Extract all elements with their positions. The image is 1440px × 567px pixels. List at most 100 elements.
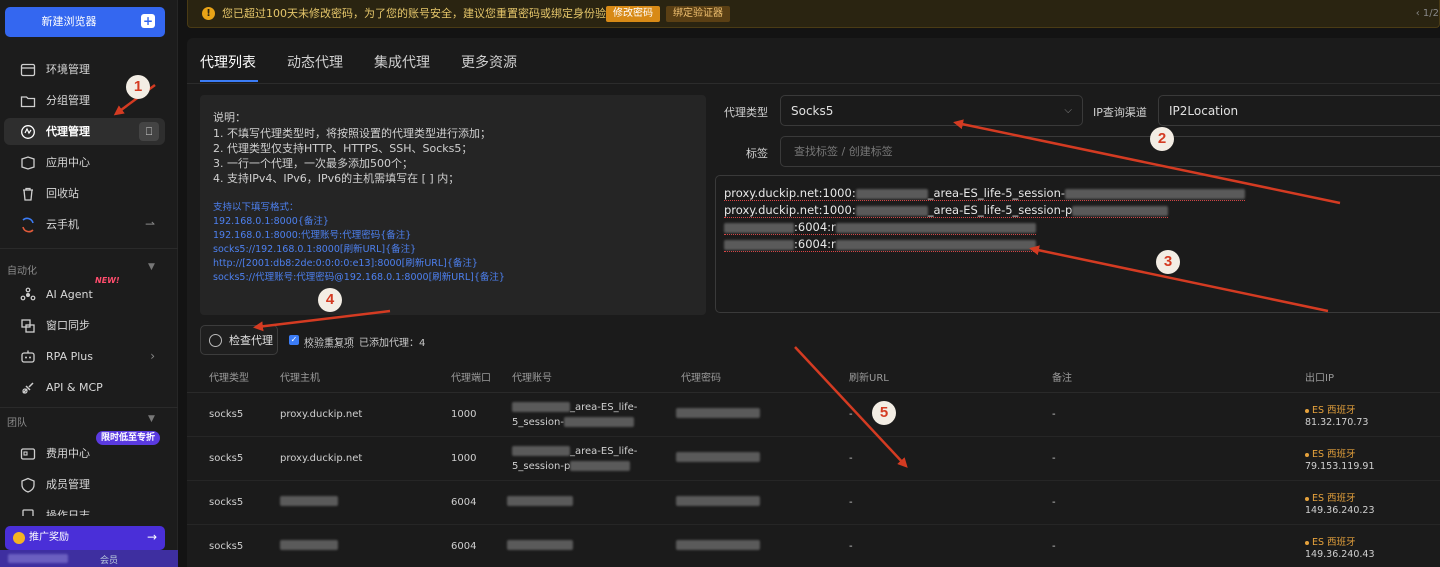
cell-account <box>507 496 573 507</box>
notice-page-number: 1/2 <box>1422 8 1439 19</box>
chevron-down-icon[interactable]: ▼ <box>148 414 155 424</box>
check-proxy-button[interactable]: 检查代理 <box>200 325 278 355</box>
sidebar-item-apps[interactable]: 应用中心 <box>4 149 165 176</box>
redacted <box>676 540 760 550</box>
notice-pager[interactable]: ‹ 1/2 <box>1416 0 1439 27</box>
promo-banner[interactable]: 推广奖励 → <box>5 526 165 550</box>
billing-icon <box>20 448 36 460</box>
format-example: 192.168.0.1:8000:代理账号:代理密码{备注} <box>213 230 412 241</box>
cell-note: - <box>1052 497 1056 508</box>
member-button[interactable]: 会员 <box>100 553 118 566</box>
password-notice: ! 您已超过100天未修改密码，为了您的账号安全，建议您重置密码或绑定身份验证器… <box>187 0 1440 28</box>
tag-label: 标签 <box>746 147 768 160</box>
rpa-icon <box>21 350 35 363</box>
promo-label: 推广奖励 <box>29 532 69 543</box>
active-tab-indicator <box>200 80 258 82</box>
redacted <box>724 239 794 250</box>
proxy-line-params: _area-ES_life-5_session-p <box>927 203 1073 217</box>
arrow-right-icon: ⇀ <box>144 217 155 231</box>
sidebar-item-window-sync[interactable]: 窗口同步 <box>4 312 165 339</box>
divider <box>187 83 1440 84</box>
cell-password <box>676 452 760 463</box>
sidebar-item-label: 窗口同步 <box>46 319 90 332</box>
shield-icon <box>21 477 35 493</box>
sidebar-item-ai-agent[interactable]: AI Agent NEW! <box>4 276 165 308</box>
sidebar-item-label: API & MCP <box>46 381 103 394</box>
tab-dynamic-proxy[interactable]: 动态代理 <box>287 52 343 72</box>
section-team: 团队 <box>7 418 27 429</box>
cell-note: - <box>1052 409 1056 420</box>
tab-more-resources[interactable]: 更多资源 <box>461 52 517 72</box>
cell-ip: 149.36.240.23 <box>1305 505 1375 516</box>
redacted <box>676 408 760 418</box>
info-line: 3. 一行一个代理，一次最多添加500个； <box>213 157 413 170</box>
tab-integrated-proxy[interactable]: 集成代理 <box>374 52 430 72</box>
dedupe-checkbox[interactable]: ✓ <box>289 335 299 345</box>
table-row[interactable]: socks5 proxy.duckip.net 1000 _area-ES_li… <box>187 438 1440 481</box>
proxy-line: proxy.duckip.net:1000: _area-ES_life-5_se… <box>724 203 1169 218</box>
check-circle-icon <box>209 334 222 347</box>
sidebar-item-api-mcp[interactable]: API & MCP <box>4 374 165 401</box>
col-host: 代理主机 <box>280 373 320 384</box>
cell-port: 6004 <box>451 541 477 552</box>
proxy-textarea[interactable]: proxy.duckip.net:1000: _area-ES_life-5_se… <box>715 175 1440 313</box>
api-icon <box>22 382 34 394</box>
sidebar-item-label: 应用中心 <box>46 156 90 169</box>
cell-country: ES 西班牙 <box>1305 490 1356 504</box>
sidebar-item-label: RPA Plus <box>46 350 93 363</box>
annotation-marker-2: 2 <box>1150 127 1174 151</box>
tag-input[interactable]: 查找标签 / 创建标签 <box>780 136 1440 167</box>
arrow-right-icon: → <box>146 530 157 544</box>
redacted <box>564 417 634 427</box>
cell-account: 5_session- <box>512 417 634 428</box>
briefcase-icon[interactable]: ⎕ <box>139 122 159 141</box>
table-row[interactable]: socks5 6004 - - ES 西班牙 149.36.240.43 <box>187 526 1440 567</box>
sidebar-item-trash[interactable]: 回收站 <box>4 180 165 207</box>
proxy-type-select[interactable]: Socks5 ⌵ <box>780 95 1083 126</box>
cell-host: proxy.duckip.net <box>280 409 363 420</box>
cell-account: 5_session-p <box>512 461 631 472</box>
sidebar-item-label: 成员管理 <box>46 478 90 491</box>
cell-ip: 81.32.170.73 <box>1305 417 1369 428</box>
change-password-button[interactable]: 修改密码 <box>606 6 660 22</box>
ip-channel-value: IP2Location <box>1169 104 1239 118</box>
redacted <box>855 205 928 216</box>
added-count: 已添加代理：4 <box>359 338 426 349</box>
cell-country: ES 西班牙 <box>1305 402 1356 416</box>
formats-title: 支持以下填写格式： <box>213 202 299 213</box>
new-browser-button[interactable]: 新建浏览器 + <box>5 7 165 37</box>
sidebar-item-cloud-phone[interactable]: 云手机 ⇀ <box>4 211 165 238</box>
sidebar-item-label: AI Agent <box>46 288 93 301</box>
sidebar-item-label: 回收站 <box>46 187 79 200</box>
table-row[interactable]: socks5 6004 - - ES 西班牙 149.36.240.23 <box>187 482 1440 525</box>
cell-port: 1000 <box>451 409 477 420</box>
tab-proxy-list[interactable]: 代理列表 <box>200 52 256 72</box>
check-proxy-label: 检查代理 <box>229 334 273 347</box>
proxy-line: :6004:r <box>724 237 1036 252</box>
bind-authenticator-button[interactable]: 绑定验证器 <box>666 6 730 22</box>
sidebar-item-logs[interactable]: 操作日志 <box>4 502 165 516</box>
sidebar-item-members[interactable]: 成员管理 <box>4 471 165 498</box>
cell-account-line2: 5_session- <box>512 417 564 428</box>
sidebar-item-label: 环境管理 <box>46 63 90 76</box>
dedupe-label[interactable]: 校验重复项 <box>304 334 354 349</box>
sidebar-item-billing[interactable]: 费用中心 <box>4 440 165 467</box>
ai-agent-icon <box>20 287 36 301</box>
user-bar: 会员 <box>0 550 178 567</box>
redacted <box>724 222 794 233</box>
plus-icon[interactable]: + <box>141 14 155 28</box>
cell-port: 1000 <box>451 453 477 464</box>
col-exit-ip: 出口IP <box>1305 373 1334 384</box>
chevron-down-icon[interactable]: ▼ <box>148 262 155 272</box>
ip-channel-select[interactable]: IP2Location <box>1158 95 1440 126</box>
format-example: http://[2001:db8:2de:0:0:0:0:e13]:8000[刷… <box>213 258 478 269</box>
redacted <box>676 496 760 506</box>
redacted <box>835 222 1036 233</box>
col-type: 代理类型 <box>209 373 249 384</box>
sidebar-item-proxy[interactable]: 代理管理 ⎕ <box>4 118 165 145</box>
cell-refresh-url: - <box>849 453 853 464</box>
format-example: 192.168.0.1:8000{备注} <box>213 216 329 227</box>
sidebar-item-rpa-plus[interactable]: RPA Plus › <box>4 343 165 370</box>
redacted <box>512 402 570 412</box>
table-row[interactable]: socks5 proxy.duckip.net 1000 _area-ES_li… <box>187 394 1440 437</box>
